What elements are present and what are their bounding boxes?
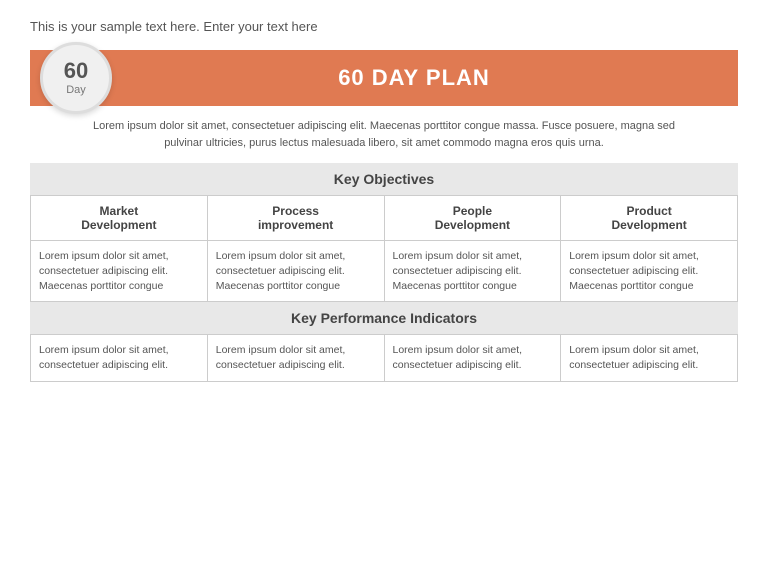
objectives-cell-2: Lorem ipsum dolor sit amet, consectetuer… (384, 241, 561, 302)
kpi-table: Lorem ipsum dolor sit amet, consectetuer… (30, 334, 738, 381)
col-header-3: ProductDevelopment (561, 196, 738, 241)
objectives-cell-3: Lorem ipsum dolor sit amet, consectetuer… (561, 241, 738, 302)
kpi-cell-1: Lorem ipsum dolor sit amet, consectetuer… (207, 335, 384, 381)
header-section: 60 Day 60 DAY PLAN (30, 50, 738, 106)
key-objectives-section: Key Objectives MarketDevelopment Process… (30, 163, 738, 302)
objectives-body-row: Lorem ipsum dolor sit amet, consectetuer… (31, 241, 738, 302)
kpi-section: Key Performance Indicators Lorem ipsum d… (30, 302, 738, 381)
day-circle: 60 Day (40, 42, 112, 114)
objectives-cell-1: Lorem ipsum dolor sit amet, consectetuer… (207, 241, 384, 302)
sample-text: This is your sample text here. Enter you… (30, 18, 738, 36)
kpi-body-row: Lorem ipsum dolor sit amet, consectetuer… (31, 335, 738, 381)
col-header-0: MarketDevelopment (31, 196, 208, 241)
kpi-cell-3: Lorem ipsum dolor sit amet, consectetuer… (561, 335, 738, 381)
objectives-cell-0: Lorem ipsum dolor sit amet, consectetuer… (31, 241, 208, 302)
objectives-table: MarketDevelopment Processimprovement Peo… (30, 195, 738, 302)
kpi-header: Key Performance Indicators (30, 302, 738, 334)
day-number: 60 (64, 60, 88, 82)
plan-title: 60 DAY PLAN (30, 65, 738, 91)
key-objectives-header: Key Objectives (30, 163, 738, 195)
kpi-cell-0: Lorem ipsum dolor sit amet, consectetuer… (31, 335, 208, 381)
page-wrapper: This is your sample text here. Enter you… (0, 0, 768, 576)
day-label: Day (66, 84, 86, 96)
col-header-2: PeopleDevelopment (384, 196, 561, 241)
col-header-1: Processimprovement (207, 196, 384, 241)
objectives-header-row: MarketDevelopment Processimprovement Peo… (31, 196, 738, 241)
kpi-cell-2: Lorem ipsum dolor sit amet, consectetuer… (384, 335, 561, 381)
description-text: Lorem ipsum dolor sit amet, consectetuer… (30, 118, 738, 151)
